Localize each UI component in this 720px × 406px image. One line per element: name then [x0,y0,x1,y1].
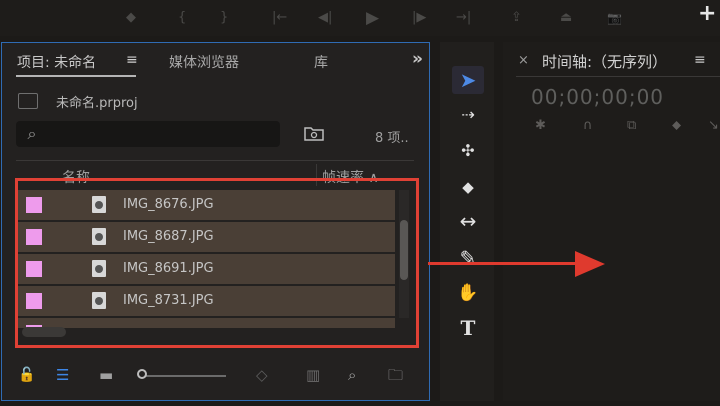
add-marker-icon[interactable]: ⬥ [672,118,681,133]
nest-icon[interactable]: ✱ [535,118,546,133]
ripple-edit-tool-icon[interactable]: ✣ [452,137,484,165]
annotation-highlight-box [15,178,419,348]
transport-bar: ◆ { } |← ◀| ▶ |▶ →| ⇪ ⏏ 📷 + [0,0,720,36]
goto-out-icon[interactable]: →| [456,10,471,26]
list-view-icon[interactable]: ☰ [56,366,69,384]
automate-to-sequence-icon[interactable]: ▥ [306,366,320,384]
brace-open-icon[interactable]: { [178,10,186,26]
zoom-slider-knob[interactable] [137,369,147,379]
new-bin-from-search-icon[interactable] [303,124,325,142]
annotation-arrow-shaft [428,262,578,265]
timeline-header-divider [516,76,720,77]
project-file-name: 未命名.prproj [56,96,138,111]
tab-project[interactable]: 项目: 未命名 [17,52,96,72]
panel-menu-icon[interactable]: ≡ [694,52,706,68]
snap-icon[interactable]: ∩ [583,118,593,133]
slip-tool-icon[interactable]: ↔ [452,207,484,235]
add-button[interactable]: + [698,3,716,25]
project-file-icon [18,93,38,109]
search-input[interactable] [16,121,280,147]
playhead-timecode[interactable]: 00;00;00;00 [531,85,664,109]
active-tab-indicator [16,75,136,77]
overflow-icon[interactable]: » [412,49,423,69]
step-forward-icon[interactable]: |▶ [412,10,426,26]
item-count: 8 项.. [375,131,409,146]
linked-selection-icon[interactable]: ⧉ [627,118,636,133]
tab-media-browser[interactable]: 媒体浏览器 [169,52,239,72]
timeline-title[interactable]: 时间轴:（无序列） [542,51,667,72]
search-icon: ⌕ [27,124,37,143]
find-icon[interactable]: ⌕ [348,366,356,384]
icon-view-icon[interactable]: ▬ [99,366,113,384]
selection-tool-icon[interactable]: ➤ [452,66,484,94]
hand-tool-icon[interactable]: ✋ [452,279,484,307]
pen-tool-icon[interactable]: ✎ [452,244,484,272]
marker-icon[interactable]: ◆ [126,10,136,26]
razor-tool-icon[interactable]: ◆ [452,173,484,201]
brace-close-icon[interactable]: } [220,10,228,26]
close-icon[interactable]: × [518,53,529,68]
new-bin-icon[interactable]: 🗀 [388,366,403,384]
camera-icon[interactable]: 📷 [607,10,622,26]
header-divider [16,160,414,161]
step-back-icon[interactable]: ◀| [318,10,332,26]
goto-in-icon[interactable]: |← [272,10,287,26]
lift-icon[interactable]: ⇪ [511,10,522,26]
type-tool-icon[interactable]: T [452,314,484,342]
sort-icon[interactable]: ◇ [256,366,268,384]
tab-libraries[interactable]: 库 [314,52,328,72]
extract-icon[interactable]: ⏏ [560,10,572,26]
annotation-arrow-head [575,251,605,277]
wrench-icon[interactable]: ↘ [708,118,719,133]
play-icon[interactable]: ▶ [366,10,379,27]
zoom-slider-track[interactable] [146,375,226,377]
panel-menu-icon[interactable]: ≡ [126,52,138,68]
track-select-tool-icon[interactable]: ⇢ [452,101,484,129]
lock-icon[interactable]: 🔓 [18,366,35,384]
